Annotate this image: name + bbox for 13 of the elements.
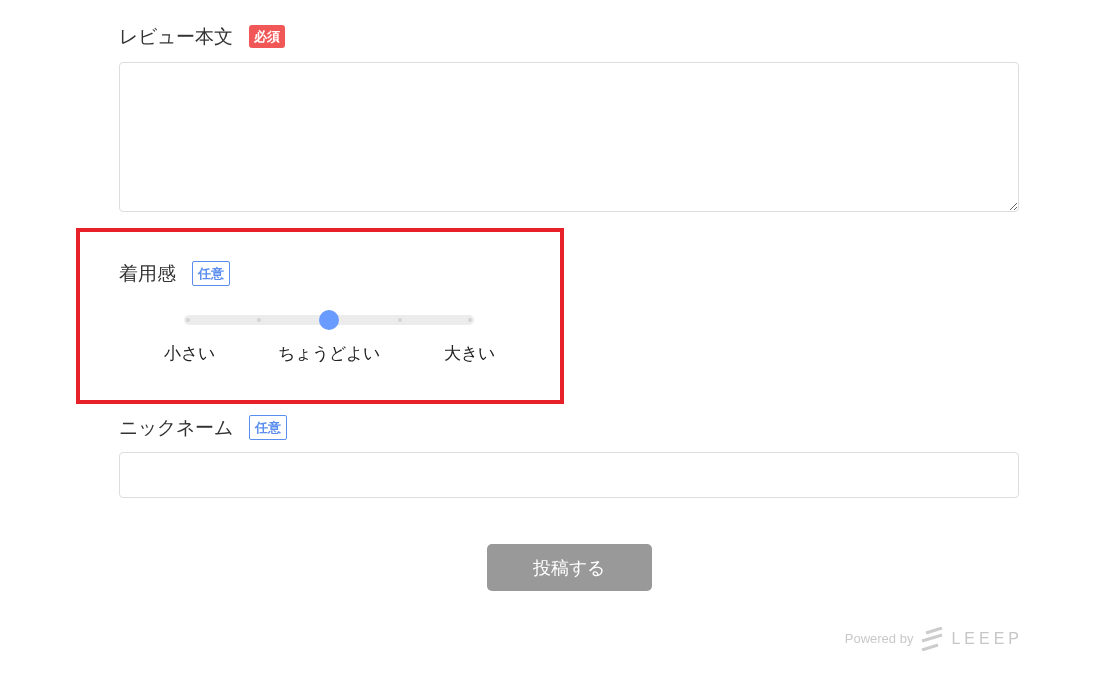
field-label: 着用感 [119,261,176,285]
field-label: レビュー本文 [119,24,233,48]
slanted-lines-icon [921,627,944,651]
optional-tag: 任意 [249,414,287,440]
scale-label: ちょうどよい [278,342,380,365]
optional-tag: 任意 [192,260,230,286]
scale-label: 小さい [163,342,215,365]
input-field[interactable] [119,452,1019,498]
slider-thumb[interactable] [319,310,339,330]
brand-name: LEEEP [951,629,1023,649]
field-label: ニックネーム [119,415,233,439]
scale-label: 大きい [443,342,495,365]
required-tag: 必須 [249,24,285,48]
